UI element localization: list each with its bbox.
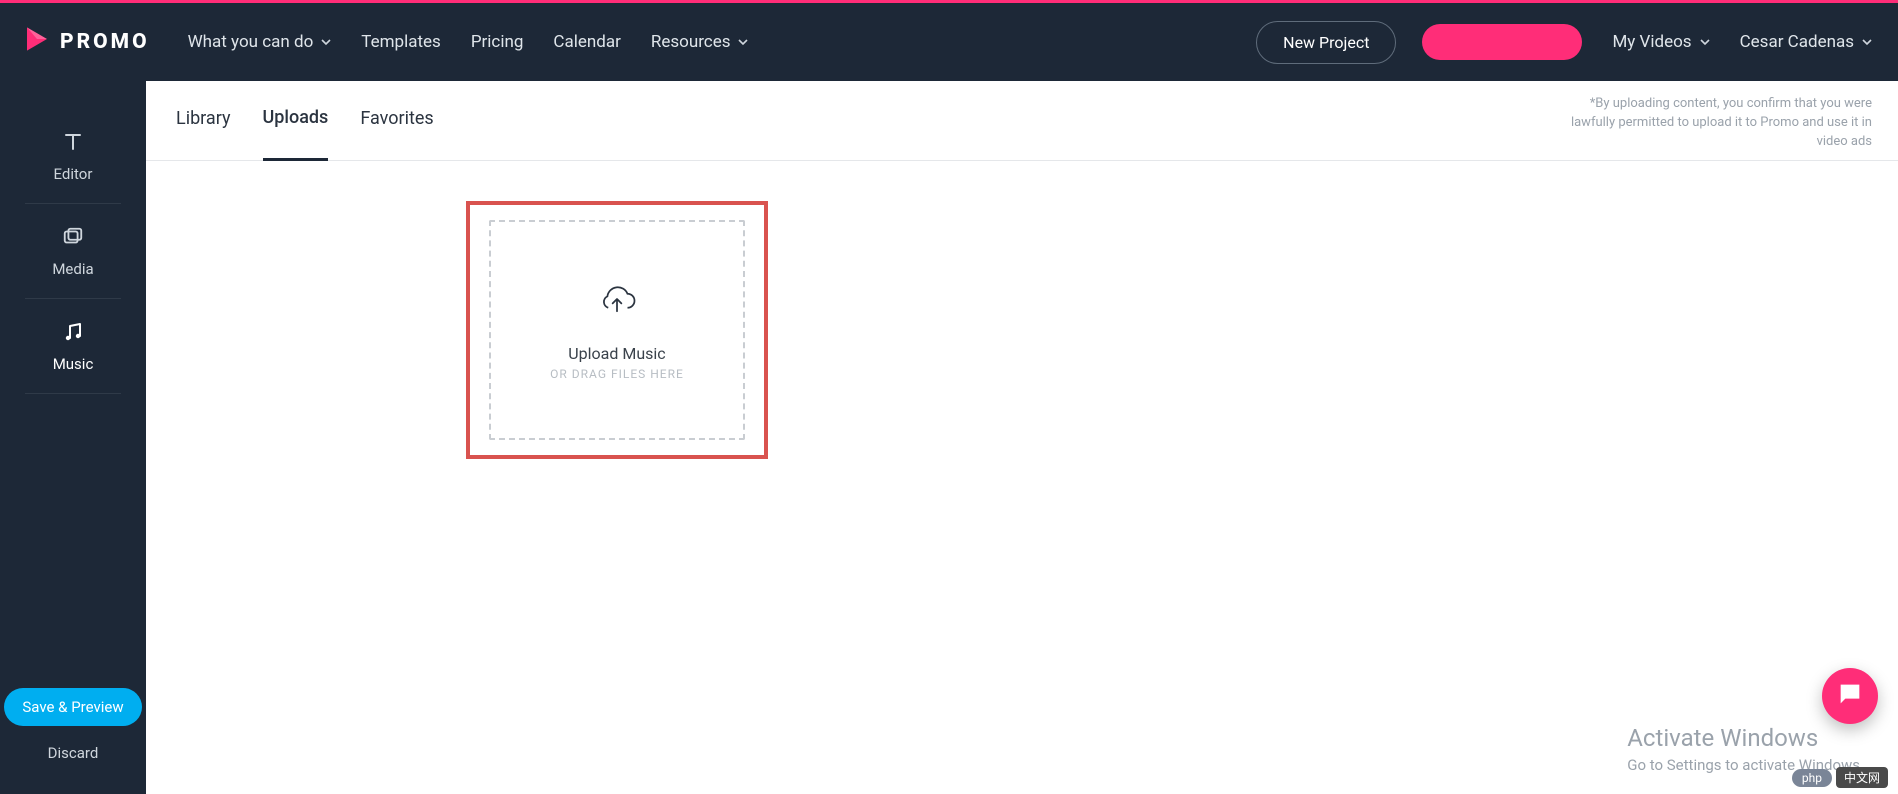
tab-label: Uploads: [263, 107, 329, 128]
discard-link[interactable]: Discard: [48, 744, 99, 762]
upload-subtitle: OR DRAG FILES HERE: [550, 367, 684, 381]
nav-label: Pricing: [471, 32, 524, 52]
tab-bar: Library Uploads Favorites *By uploading …: [146, 81, 1898, 161]
nav-label: What you can do: [188, 32, 314, 52]
chevron-down-icon: [1700, 32, 1710, 52]
annotation-highlight-box: Upload Music OR DRAG FILES HERE: [466, 201, 768, 459]
sidebar-item-label: Media: [52, 260, 93, 278]
cloud-upload-icon: [596, 280, 638, 322]
play-logo-icon: [22, 24, 52, 60]
cn-badge: 中文网: [1836, 767, 1888, 788]
music-icon: [60, 319, 86, 345]
brand-name: PROMO: [60, 30, 150, 54]
upload-title: Upload Music: [568, 344, 665, 363]
chevron-down-icon: [321, 32, 331, 52]
tab-library[interactable]: Library: [176, 81, 231, 161]
save-preview-button[interactable]: Save & Preview: [4, 688, 141, 726]
chat-icon: [1836, 680, 1864, 712]
media-icon: [60, 224, 86, 250]
nav-label: Templates: [361, 32, 441, 52]
chat-launcher-button[interactable]: [1822, 668, 1878, 724]
upgrade-button[interactable]: [1422, 24, 1582, 60]
nav-what-you-can-do[interactable]: What you can do: [188, 32, 332, 52]
tab-label: Favorites: [360, 108, 433, 129]
content-area: Upload Music OR DRAG FILES HERE Activate…: [146, 161, 1898, 794]
new-project-button[interactable]: New Project: [1256, 21, 1396, 64]
sidebar-bottom: Save & Preview Discard: [4, 688, 141, 794]
upload-legal-note: *By uploading content, you confirm that …: [1552, 95, 1872, 152]
header-right-group: My Videos Cesar Cadenas: [1612, 32, 1872, 52]
chevron-down-icon: [1862, 32, 1872, 52]
sidebar-separator: [25, 393, 121, 394]
user-menu[interactable]: Cesar Cadenas: [1740, 32, 1872, 52]
sidebar-item-music[interactable]: Music: [0, 299, 146, 393]
tab-favorites[interactable]: Favorites: [360, 81, 433, 161]
nav-resources[interactable]: Resources: [651, 32, 749, 52]
chevron-down-icon: [738, 32, 748, 52]
sidebar-item-media[interactable]: Media: [0, 204, 146, 298]
primary-nav: What you can do Templates Pricing Calend…: [188, 32, 749, 52]
my-videos-menu[interactable]: My Videos: [1612, 32, 1709, 52]
tab-label: Library: [176, 108, 231, 129]
sidebar-item-label: Editor: [54, 165, 93, 183]
nav-label: Calendar: [553, 32, 620, 52]
user-name: Cesar Cadenas: [1740, 32, 1854, 52]
watermark-title: Activate Windows: [1627, 724, 1864, 752]
text-icon: [60, 129, 86, 155]
left-sidebar: Editor Media Music Save & Preview Discar…: [0, 81, 146, 794]
nav-label: Resources: [651, 32, 731, 52]
sidebar-item-editor[interactable]: Editor: [0, 109, 146, 203]
app-header: PROMO What you can do Templates Pricing …: [0, 3, 1898, 81]
nav-templates[interactable]: Templates: [361, 32, 441, 52]
nav-label: My Videos: [1612, 32, 1691, 52]
upload-music-dropzone[interactable]: Upload Music OR DRAG FILES HERE: [489, 220, 745, 440]
discard-label: Discard: [48, 744, 99, 762]
nav-calendar[interactable]: Calendar: [553, 32, 620, 52]
sidebar-item-label: Music: [53, 355, 94, 373]
php-badge: php: [1792, 769, 1832, 787]
site-watermark-badge: php 中文网: [1792, 767, 1888, 788]
main-panel: Library Uploads Favorites *By uploading …: [146, 81, 1898, 794]
button-label: Save & Preview: [22, 698, 123, 716]
button-label: New Project: [1283, 33, 1369, 52]
brand-logo[interactable]: PROMO: [22, 24, 150, 60]
nav-pricing[interactable]: Pricing: [471, 32, 524, 52]
tab-uploads[interactable]: Uploads: [263, 81, 329, 161]
